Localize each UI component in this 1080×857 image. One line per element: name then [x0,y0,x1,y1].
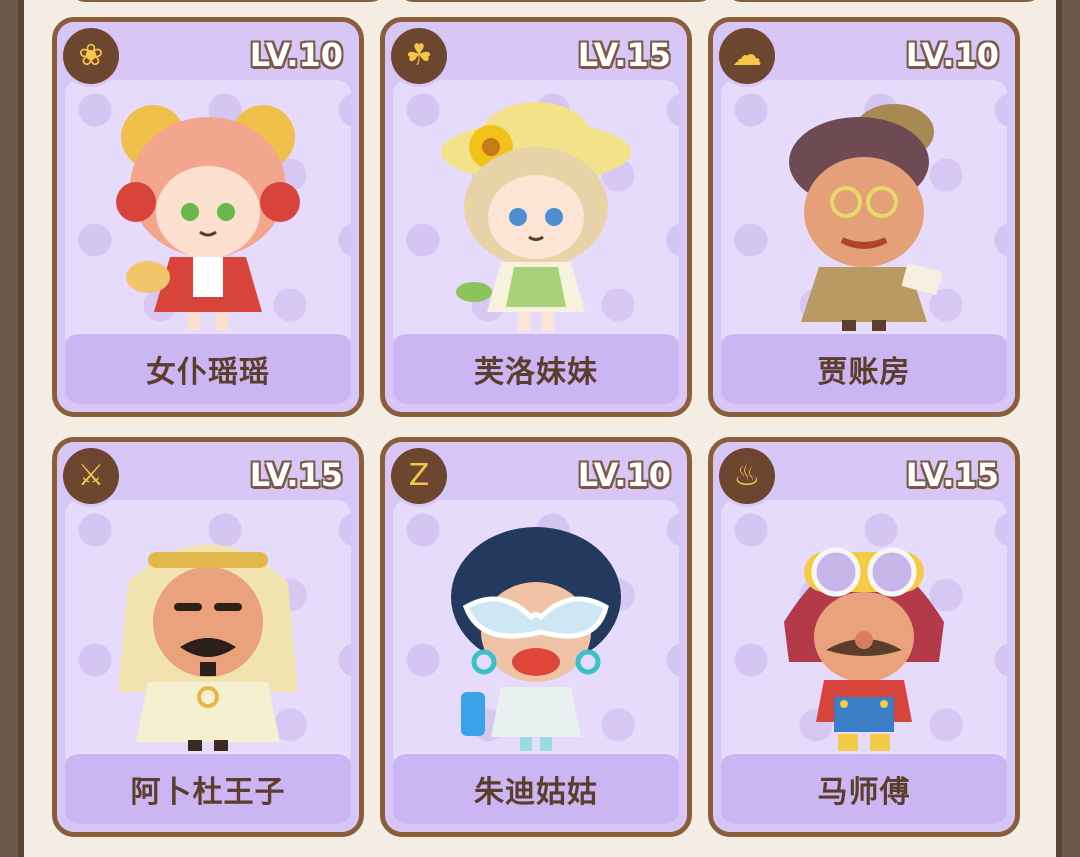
level-label: LV.10 [905,36,999,74]
character-card-1[interactable]: ❀ LV.10 女仆瑶瑶 [52,17,364,417]
card-top-edge [396,0,716,2]
card-top-edge [724,0,1044,2]
sleep-icon: Z [391,448,447,504]
character-name: 芙洛妹妹 [393,331,679,404]
character-name: 贾账房 [721,331,1007,404]
character-card-6[interactable]: ♨ LV.15 马师傅 [708,437,1020,837]
level-label: LV.15 [577,36,671,74]
bowl-icon: ♨ [719,448,775,504]
character-name: 马师傅 [721,751,1007,824]
character-portrait [436,512,636,762]
cloud-icon: ☁ [719,28,775,84]
character-name: 女仆瑶瑶 [65,331,351,404]
character-card-2[interactable]: ☘ LV.15 芙洛妹妹 [380,17,692,417]
utensils-icon: ⚔ [63,448,119,504]
character-portrait [108,512,308,762]
character-card-5[interactable]: Z LV.10 朱迪姑姑 [380,437,692,837]
character-portrait [764,512,964,762]
character-portrait [764,92,964,342]
level-label: LV.10 [249,36,343,74]
level-label: LV.15 [249,456,343,494]
character-portrait [108,92,308,342]
level-label: LV.15 [905,456,999,494]
sprout-icon: ☘ [391,28,447,84]
level-label: LV.10 [577,456,671,494]
character-name: 朱迪姑姑 [393,751,679,824]
character-card-4[interactable]: ⚔ LV.15 阿卜杜王子 [52,437,364,837]
character-portrait [436,92,636,342]
character-name: 阿卜杜王子 [65,751,351,824]
character-card-3[interactable]: ☁ LV.10 贾账房 [708,17,1020,417]
card-top-edge [68,0,388,2]
bread-icon: ❀ [63,28,119,84]
